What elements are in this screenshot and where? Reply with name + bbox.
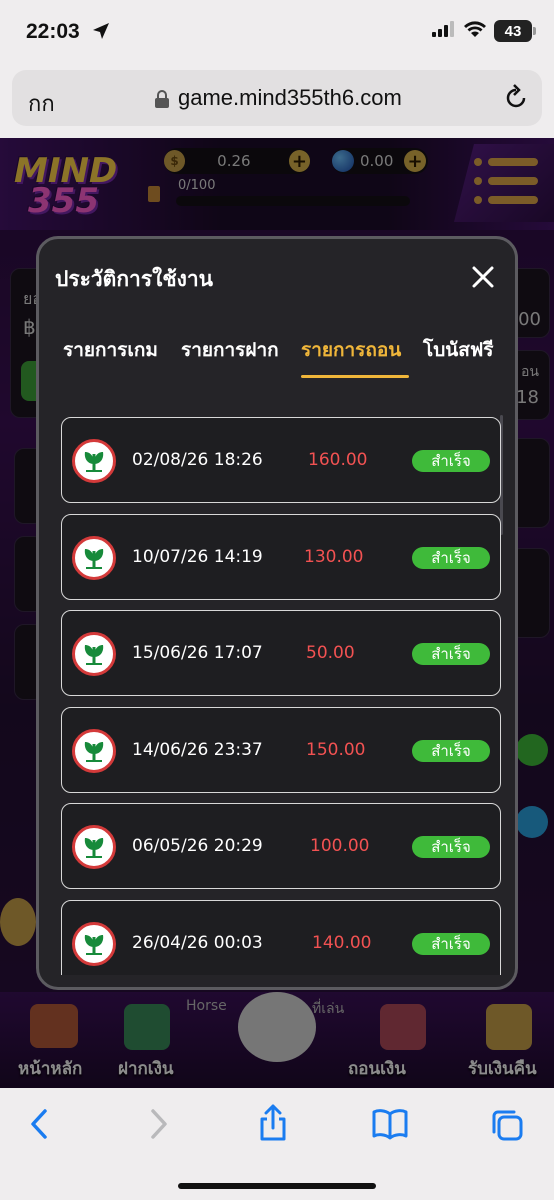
row-amount: 140.00: [312, 932, 372, 953]
row-amount: 100.00: [310, 836, 370, 856]
history-modal: ประวัติการใช้งาน รายการเกม รายการฝาก ราย…: [36, 236, 518, 990]
share-icon[interactable]: [258, 1104, 288, 1146]
withdraw-row[interactable]: 10/07/26 14:19 130.00 สำเร็จ: [61, 513, 501, 600]
row-amount: 160.00: [308, 450, 368, 470]
tab-deposit-history[interactable]: รายการฝาก: [181, 335, 279, 365]
forward-icon[interactable]: [148, 1108, 170, 1144]
back-icon[interactable]: [28, 1108, 50, 1144]
status-badge: สำเร็จ: [412, 836, 490, 858]
tabs-icon[interactable]: [490, 1108, 524, 1146]
modal-title: ประวัติการใช้งาน: [55, 267, 214, 291]
battery-icon: 43: [494, 20, 536, 42]
row-amount: 150.00: [306, 739, 366, 760]
active-tab-indicator: [301, 375, 409, 378]
withdraw-list: 02/08/26 18:26 160.00 สำเร็จ 10/07/26 14:19…: [61, 415, 501, 975]
close-icon[interactable]: [471, 265, 495, 289]
row-date: 10/07/26 14:19: [132, 546, 263, 567]
withdraw-row[interactable]: 06/05/26 20:29 100.00 สำเร็จ: [61, 803, 501, 889]
kbank-logo-icon: [72, 535, 116, 580]
kbank-logo-icon: [72, 921, 116, 966]
withdraw-row[interactable]: 15/06/26 17:07 50.00 สำเร็จ: [61, 610, 501, 696]
row-date: 14/06/26 23:37: [132, 739, 263, 760]
browser-address-area: กก game.mind355th6.com: [0, 64, 554, 138]
row-date: 26/04/26 00:03: [132, 932, 263, 953]
history-tabs: รายการเกม รายการฝาก รายการถอน โบนัสฟรี: [39, 335, 515, 381]
row-amount: 50.00: [306, 643, 355, 663]
status-badge: สำเร็จ: [412, 546, 490, 569]
wifi-icon: [464, 21, 486, 41]
kbank-logo-icon: [72, 439, 116, 483]
url-text[interactable]: game.mind355th6.com: [178, 85, 402, 111]
status-badge: สำเร็จ: [412, 739, 490, 762]
status-badge: สำเร็จ: [412, 643, 490, 665]
reload-icon[interactable]: [504, 84, 528, 114]
status-badge: สำเร็จ: [412, 932, 490, 955]
address-bar[interactable]: กก game.mind355th6.com: [12, 70, 542, 126]
withdraw-row[interactable]: 26/04/26 00:03 140.00 สำเร็จ: [61, 899, 501, 975]
withdraw-row[interactable]: 02/08/26 18:26 160.00 สำเร็จ: [61, 417, 501, 503]
kbank-logo-icon: [72, 825, 116, 869]
row-date: 02/08/26 18:26: [132, 450, 263, 470]
status-badge: สำเร็จ: [412, 450, 490, 472]
location-arrow-icon: [92, 22, 110, 44]
kbank-logo-icon: [72, 728, 116, 773]
tab-free-bonus[interactable]: โบนัสฟรี: [423, 335, 494, 365]
text-size-button[interactable]: กก: [28, 86, 55, 121]
tab-game-history[interactable]: รายการเกม: [63, 335, 158, 365]
withdraw-row[interactable]: 14/06/26 23:37 150.00 สำเร็จ: [61, 706, 501, 793]
bookmarks-icon[interactable]: [372, 1108, 408, 1144]
status-time: 22:03: [26, 20, 80, 43]
home-indicator: [178, 1183, 376, 1189]
row-date: 15/06/26 17:07: [132, 643, 263, 663]
signal-icon: [432, 21, 456, 41]
status-bar: 22:03 43: [0, 0, 554, 64]
kbank-logo-icon: [72, 632, 116, 676]
row-date: 06/05/26 20:29: [132, 836, 263, 856]
lock-icon: [154, 90, 170, 112]
tab-withdraw-history[interactable]: รายการถอน: [301, 335, 401, 365]
row-amount: 130.00: [304, 546, 364, 567]
